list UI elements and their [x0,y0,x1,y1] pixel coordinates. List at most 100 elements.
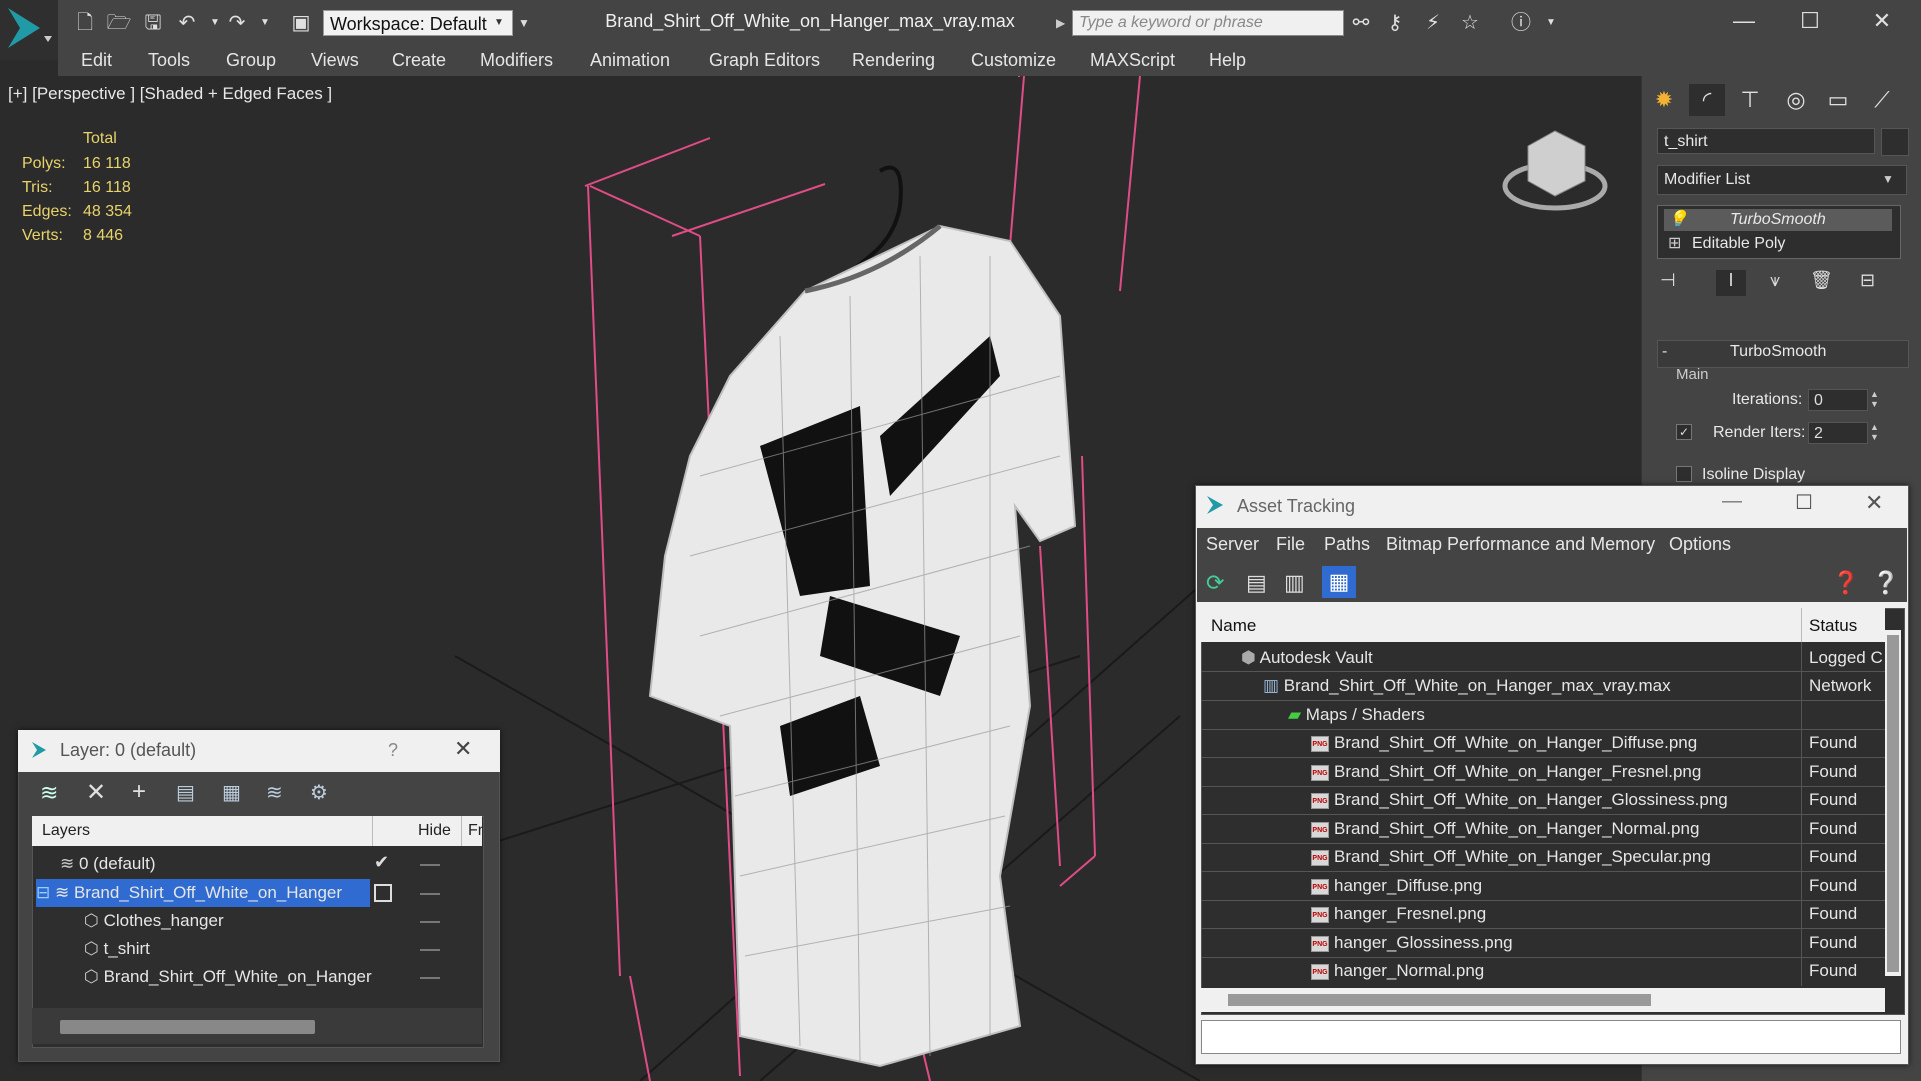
asset-row-vault[interactable]: ⬢ Autodesk Vault [1241,644,1801,672]
key-icon[interactable]: ⚷ [1380,10,1410,36]
column-hide[interactable]: Hide [418,822,451,840]
object-row-clothes-hanger[interactable]: ⬡ Clothes_hanger [84,907,374,935]
motion-tab-icon[interactable]: ◎ [1778,84,1814,116]
menu-group[interactable]: Group [226,44,276,76]
create-tab-icon[interactable]: ✹ [1646,84,1682,116]
menu-create[interactable]: Create [392,44,446,76]
menu-customize[interactable]: Customize [971,44,1056,76]
refresh-icon[interactable]: ⟳ [1206,570,1224,596]
project-folder-icon[interactable]: ▣ [286,10,316,36]
column-status[interactable]: Status [1809,616,1857,636]
set-current-layer-icon[interactable]: ≋ [266,780,283,805]
asset-menu-file[interactable]: File [1276,528,1305,560]
layer-window-close-icon[interactable]: ✕ [454,736,472,762]
column-freeze[interactable]: Fr [468,822,483,840]
binoculars-icon[interactable]: ⚯ [1346,10,1376,36]
new-file-icon[interactable]: 🗋 [70,10,100,36]
menu-modifiers[interactable]: Modifiers [480,44,553,76]
menu-edit[interactable]: Edit [81,44,112,76]
asset-row-maps-shaders[interactable]: ▰ Maps / Shaders [1288,701,1798,729]
column-layers[interactable]: Layers [42,822,90,840]
render-iters-spinner[interactable]: 2 [1808,422,1868,444]
asset-row-png[interactable]: PNG hanger_Glossiness.png [1311,929,1801,957]
undo-icon[interactable]: ↶ [172,10,202,36]
select-layer-icon[interactable]: ▦ [222,780,241,805]
stack-item-turbosmooth[interactable]: 💡 TurboSmooth [1664,209,1892,231]
hide-toggle[interactable] [420,921,440,923]
hide-toggle[interactable] [420,949,440,951]
stack-item-editable-poly[interactable]: ⊞ Editable Poly [1664,233,1785,255]
asset-menu-paths[interactable]: Paths [1324,528,1370,560]
delete-layer-icon[interactable]: ✕ [86,778,106,807]
asset-close-icon[interactable]: ✕ [1865,490,1883,516]
menu-views[interactable]: Views [311,44,359,76]
set-active-layer-icon[interactable] [374,884,392,902]
minimize-icon[interactable]: — [1724,6,1764,36]
app-logo[interactable] [0,0,58,60]
layer-settings-icon[interactable]: ⚙ [310,780,328,805]
help-icon[interactable]: ⓘ [1506,10,1536,36]
display-tab-icon[interactable]: ▭ [1820,84,1856,116]
layer-row-default[interactable]: ≋ 0 (default) [60,850,480,878]
connect-icon[interactable]: ⚡ [1418,10,1448,36]
layer-row-brand-shirt[interactable]: ⊟ ≋ Brand_Shirt_Off_White_on_Hanger [36,879,370,907]
workspace-dropdown-icon[interactable]: ▼ [494,10,512,36]
search-input[interactable]: Type a keyword or phrase [1072,10,1344,36]
search-expand-icon[interactable]: ▶ [1056,10,1070,36]
menu-tools[interactable]: Tools [148,44,190,76]
select-objects-icon[interactable]: ▤ [176,780,195,805]
menu-animation[interactable]: Animation [590,44,670,76]
pin-stack-icon[interactable]: ⊣ [1660,270,1690,296]
close-icon[interactable]: ✕ [1862,6,1902,36]
asset-maximize-icon[interactable]: ☐ [1795,490,1813,515]
save-file-icon[interactable]: 🖫 [138,10,168,36]
asset-horizontal-scrollbar-thumb[interactable] [1228,994,1651,1006]
asset-row-png[interactable]: PNG hanger_Fresnel.png [1311,900,1801,928]
asset-row-png[interactable]: PNG Brand_Shirt_Off_White_on_Hanger_Gloss… [1311,786,1801,814]
column-name[interactable]: Name [1211,616,1256,636]
asset-row-png[interactable]: PNG hanger_Diffuse.png [1311,872,1801,900]
show-end-result-icon[interactable]: I [1716,270,1746,296]
isoline-display-checkbox[interactable] [1676,466,1692,482]
asset-row-png[interactable]: PNG Brand_Shirt_Off_White_on_Hanger_Specu… [1311,843,1801,871]
list-view-icon[interactable]: ▤ [1246,570,1267,596]
create-layer-icon[interactable]: ≋ [40,780,58,806]
toolbar-overflow-icon[interactable]: ▼ [518,10,536,36]
table-view-icon[interactable]: ▦ [1322,566,1356,598]
hide-toggle[interactable] [420,977,440,979]
hierarchy-tab-icon[interactable]: ⊤ [1732,84,1768,116]
asset-row-png[interactable]: PNG Brand_Shirt_Off_White_on_Hanger_Diffu… [1311,729,1801,757]
configure-modifier-sets-icon[interactable]: ⊟ [1860,270,1890,296]
asset-minimize-icon[interactable]: — [1722,490,1742,513]
asset-row-png[interactable]: PNG Brand_Shirt_Off_White_on_Hanger_Fresn… [1311,758,1801,786]
remove-modifier-icon[interactable]: 🗑 [1810,270,1840,296]
menu-graph-editors[interactable]: Graph Editors [709,44,820,76]
open-file-icon[interactable]: 🗁 [104,10,134,36]
asset-row-png[interactable]: PNG Brand_Shirt_Off_White_on_Hanger_Norma… [1311,815,1801,843]
hide-toggle[interactable] [420,893,440,895]
redo-dropdown-icon[interactable]: ▼ [250,10,280,36]
asset-vertical-scrollbar-thumb[interactable] [1887,635,1899,972]
active-layer-check-icon[interactable]: ✔ [374,852,389,873]
asset-row-max-file[interactable]: ▥ Brand_Shirt_Off_White_on_Hanger_max_vr… [1263,672,1801,700]
collapse-icon[interactable]: ⊟ [36,883,55,902]
iterations-spinner-arrows-icon[interactable]: ▲ ▼ [1870,389,1879,409]
layer-window-help[interactable]: ? [388,740,398,761]
object-name-field[interactable]: t_shirt [1657,128,1875,154]
chevron-down-icon[interactable]: ▼ [1882,172,1894,186]
asset-path-field[interactable] [1201,1020,1901,1054]
make-unique-icon[interactable]: ⩛ [1770,270,1800,296]
menu-help[interactable]: Help [1209,44,1246,76]
object-row-brand-shirt[interactable]: ⬡ Brand_Shirt_Off_White_on_Hanger [84,963,384,991]
utilities-tab-icon[interactable]: ⟋ [1864,84,1900,116]
rollout-collapse-icon[interactable]: - [1662,343,1667,361]
modifier-list-dropdown[interactable]: Modifier List [1657,165,1907,195]
asset-menu-server[interactable]: Server [1206,528,1259,560]
object-color-swatch[interactable] [1881,128,1909,156]
add-to-layer-icon[interactable]: + [132,778,146,806]
help-dropdown-icon[interactable]: ▼ [1536,10,1566,36]
tree-view-icon[interactable]: ▥ [1284,570,1305,596]
layer-horizontal-scrollbar[interactable] [60,1020,315,1034]
lightbulb-icon[interactable]: 💡 [1668,209,1688,231]
redo-icon[interactable]: ↷ [222,10,252,36]
